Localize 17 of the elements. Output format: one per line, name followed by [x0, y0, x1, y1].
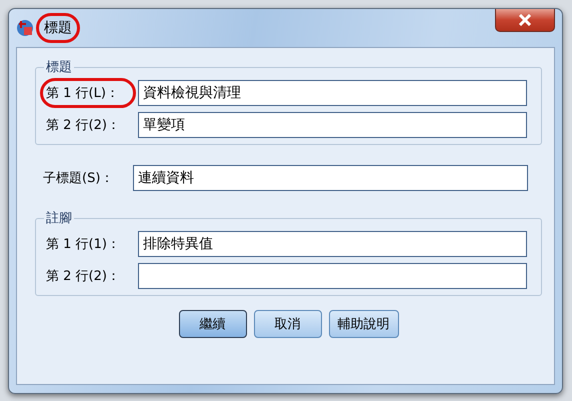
group-title: 註腳	[45, 210, 73, 227]
app-icon	[16, 19, 34, 37]
close-button[interactable]	[495, 9, 555, 32]
input-field[interactable]: 資料檢視與清理	[138, 80, 527, 106]
field-label: 第 2 行(2)：	[45, 117, 121, 135]
group-title: 標題	[45, 59, 73, 76]
field-label: 第 1 行(1)：	[45, 236, 121, 254]
input-field[interactable]: 單變項	[138, 112, 527, 138]
input-field[interactable]: 連續資料	[133, 165, 528, 191]
close-icon	[518, 14, 532, 26]
input-field[interactable]	[138, 263, 527, 289]
input-field[interactable]: 排除特異值	[138, 231, 527, 257]
dialog-button[interactable]: 繼續	[178, 310, 246, 338]
dialog-button[interactable]: 取消	[254, 310, 322, 338]
field-label: 第 2 行(2)：	[45, 268, 121, 286]
dialog-button[interactable]: 輔助說明	[328, 310, 398, 338]
field-label: 子標題(S)：	[42, 170, 114, 188]
